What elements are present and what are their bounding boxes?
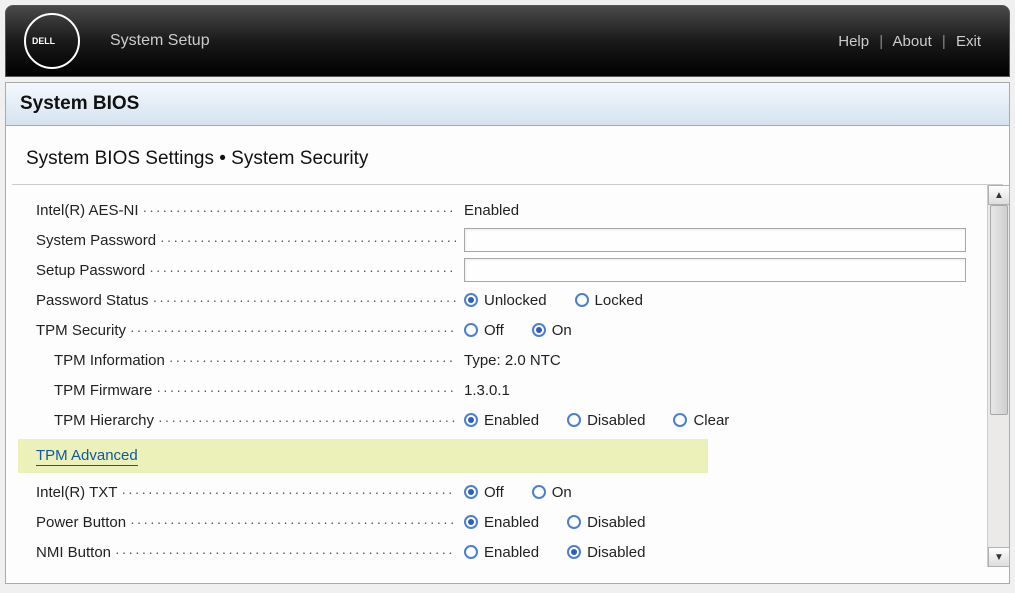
radio-nmi-button-disabled[interactable]: Disabled <box>567 544 645 561</box>
row-tpm-information: TPM Information Type: 2.0 NTC <box>12 345 981 375</box>
label-tpm-security: TPM Security <box>18 322 456 339</box>
scrollbar[interactable]: ▲ ▼ <box>987 185 1009 567</box>
label-tpm-firmware: TPM Firmware <box>18 382 456 399</box>
breadcrumb: System BIOS Settings • System Security <box>12 126 1003 185</box>
scroll-thumb[interactable] <box>990 205 1008 415</box>
label-system-password: System Password <box>18 232 456 249</box>
svg-text:DELL: DELL <box>32 36 56 46</box>
radio-power-button-disabled[interactable]: Disabled <box>567 514 645 531</box>
label-tpm-hierarchy: TPM Hierarchy <box>18 412 456 429</box>
settings-list: Intel(R) AES-NI Enabled System Password … <box>6 185 987 567</box>
row-tpm-security: TPM Security Off On <box>12 315 981 345</box>
help-link[interactable]: Help <box>838 33 869 50</box>
setup-password-input[interactable] <box>464 258 966 282</box>
row-system-password: System Password <box>12 225 981 255</box>
label-power-button: Power Button <box>18 514 456 531</box>
radio-tpm-hierarchy-disabled[interactable]: Disabled <box>567 412 645 429</box>
radio-txt-on[interactable]: On <box>532 484 572 501</box>
about-link[interactable]: About <box>893 33 932 50</box>
label-password-status: Password Status <box>18 292 456 309</box>
radio-password-status-locked[interactable]: Locked <box>575 292 643 309</box>
row-tpm-firmware: TPM Firmware 1.3.0.1 <box>12 375 981 405</box>
row-intel-txt: Intel(R) TXT Off On <box>12 477 981 507</box>
value-tpm-information: Type: 2.0 NTC <box>464 352 561 369</box>
label-nmi-button: NMI Button <box>18 544 456 561</box>
content-wrap: Intel(R) AES-NI Enabled System Password … <box>6 185 1009 567</box>
system-password-input[interactable] <box>464 228 966 252</box>
value-aes-ni: Enabled <box>464 202 519 219</box>
radio-tpm-hierarchy-enabled[interactable]: Enabled <box>464 412 539 429</box>
label-aes-ni: Intel(R) AES-NI <box>18 202 456 219</box>
value-tpm-firmware: 1.3.0.1 <box>464 382 510 399</box>
radio-tpm-hierarchy-clear[interactable]: Clear <box>673 412 729 429</box>
dell-logo: DELL <box>24 13 80 69</box>
scroll-down-button[interactable]: ▼ <box>988 547 1010 567</box>
radio-password-status-unlocked[interactable]: Unlocked <box>464 292 547 309</box>
row-aes-ni: Intel(R) AES-NI Enabled <box>12 195 981 225</box>
row-nmi-button: NMI Button Enabled Disabled <box>12 537 981 567</box>
radio-tpm-security-on[interactable]: On <box>532 322 572 339</box>
row-password-status: Password Status Unlocked Locked <box>12 285 981 315</box>
topbar-links: Help | About | Exit <box>838 33 981 50</box>
scroll-up-button[interactable]: ▲ <box>988 185 1010 205</box>
section-header: System BIOS <box>6 83 1009 126</box>
radio-tpm-security-off[interactable]: Off <box>464 322 504 339</box>
row-tpm-advanced[interactable]: TPM Advanced <box>18 439 708 473</box>
row-setup-password: Setup Password <box>12 255 981 285</box>
radio-power-button-enabled[interactable]: Enabled <box>464 514 539 531</box>
page-body: System BIOS System BIOS Settings • Syste… <box>5 82 1010 584</box>
radio-txt-off[interactable]: Off <box>464 484 504 501</box>
label-intel-txt: Intel(R) TXT <box>18 484 456 501</box>
row-tpm-hierarchy: TPM Hierarchy Enabled Disabled Clear <box>12 405 981 435</box>
row-power-button: Power Button Enabled Disabled <box>12 507 981 537</box>
app-title: System Setup <box>110 32 210 50</box>
tpm-advanced-link[interactable]: TPM Advanced <box>36 447 138 466</box>
exit-link[interactable]: Exit <box>956 33 981 50</box>
dell-logo-icon: DELL <box>32 34 72 48</box>
label-setup-password: Setup Password <box>18 262 456 279</box>
top-bar: DELL System Setup Help | About | Exit <box>5 5 1010 77</box>
radio-nmi-button-enabled[interactable]: Enabled <box>464 544 539 561</box>
label-tpm-information: TPM Information <box>18 352 456 369</box>
